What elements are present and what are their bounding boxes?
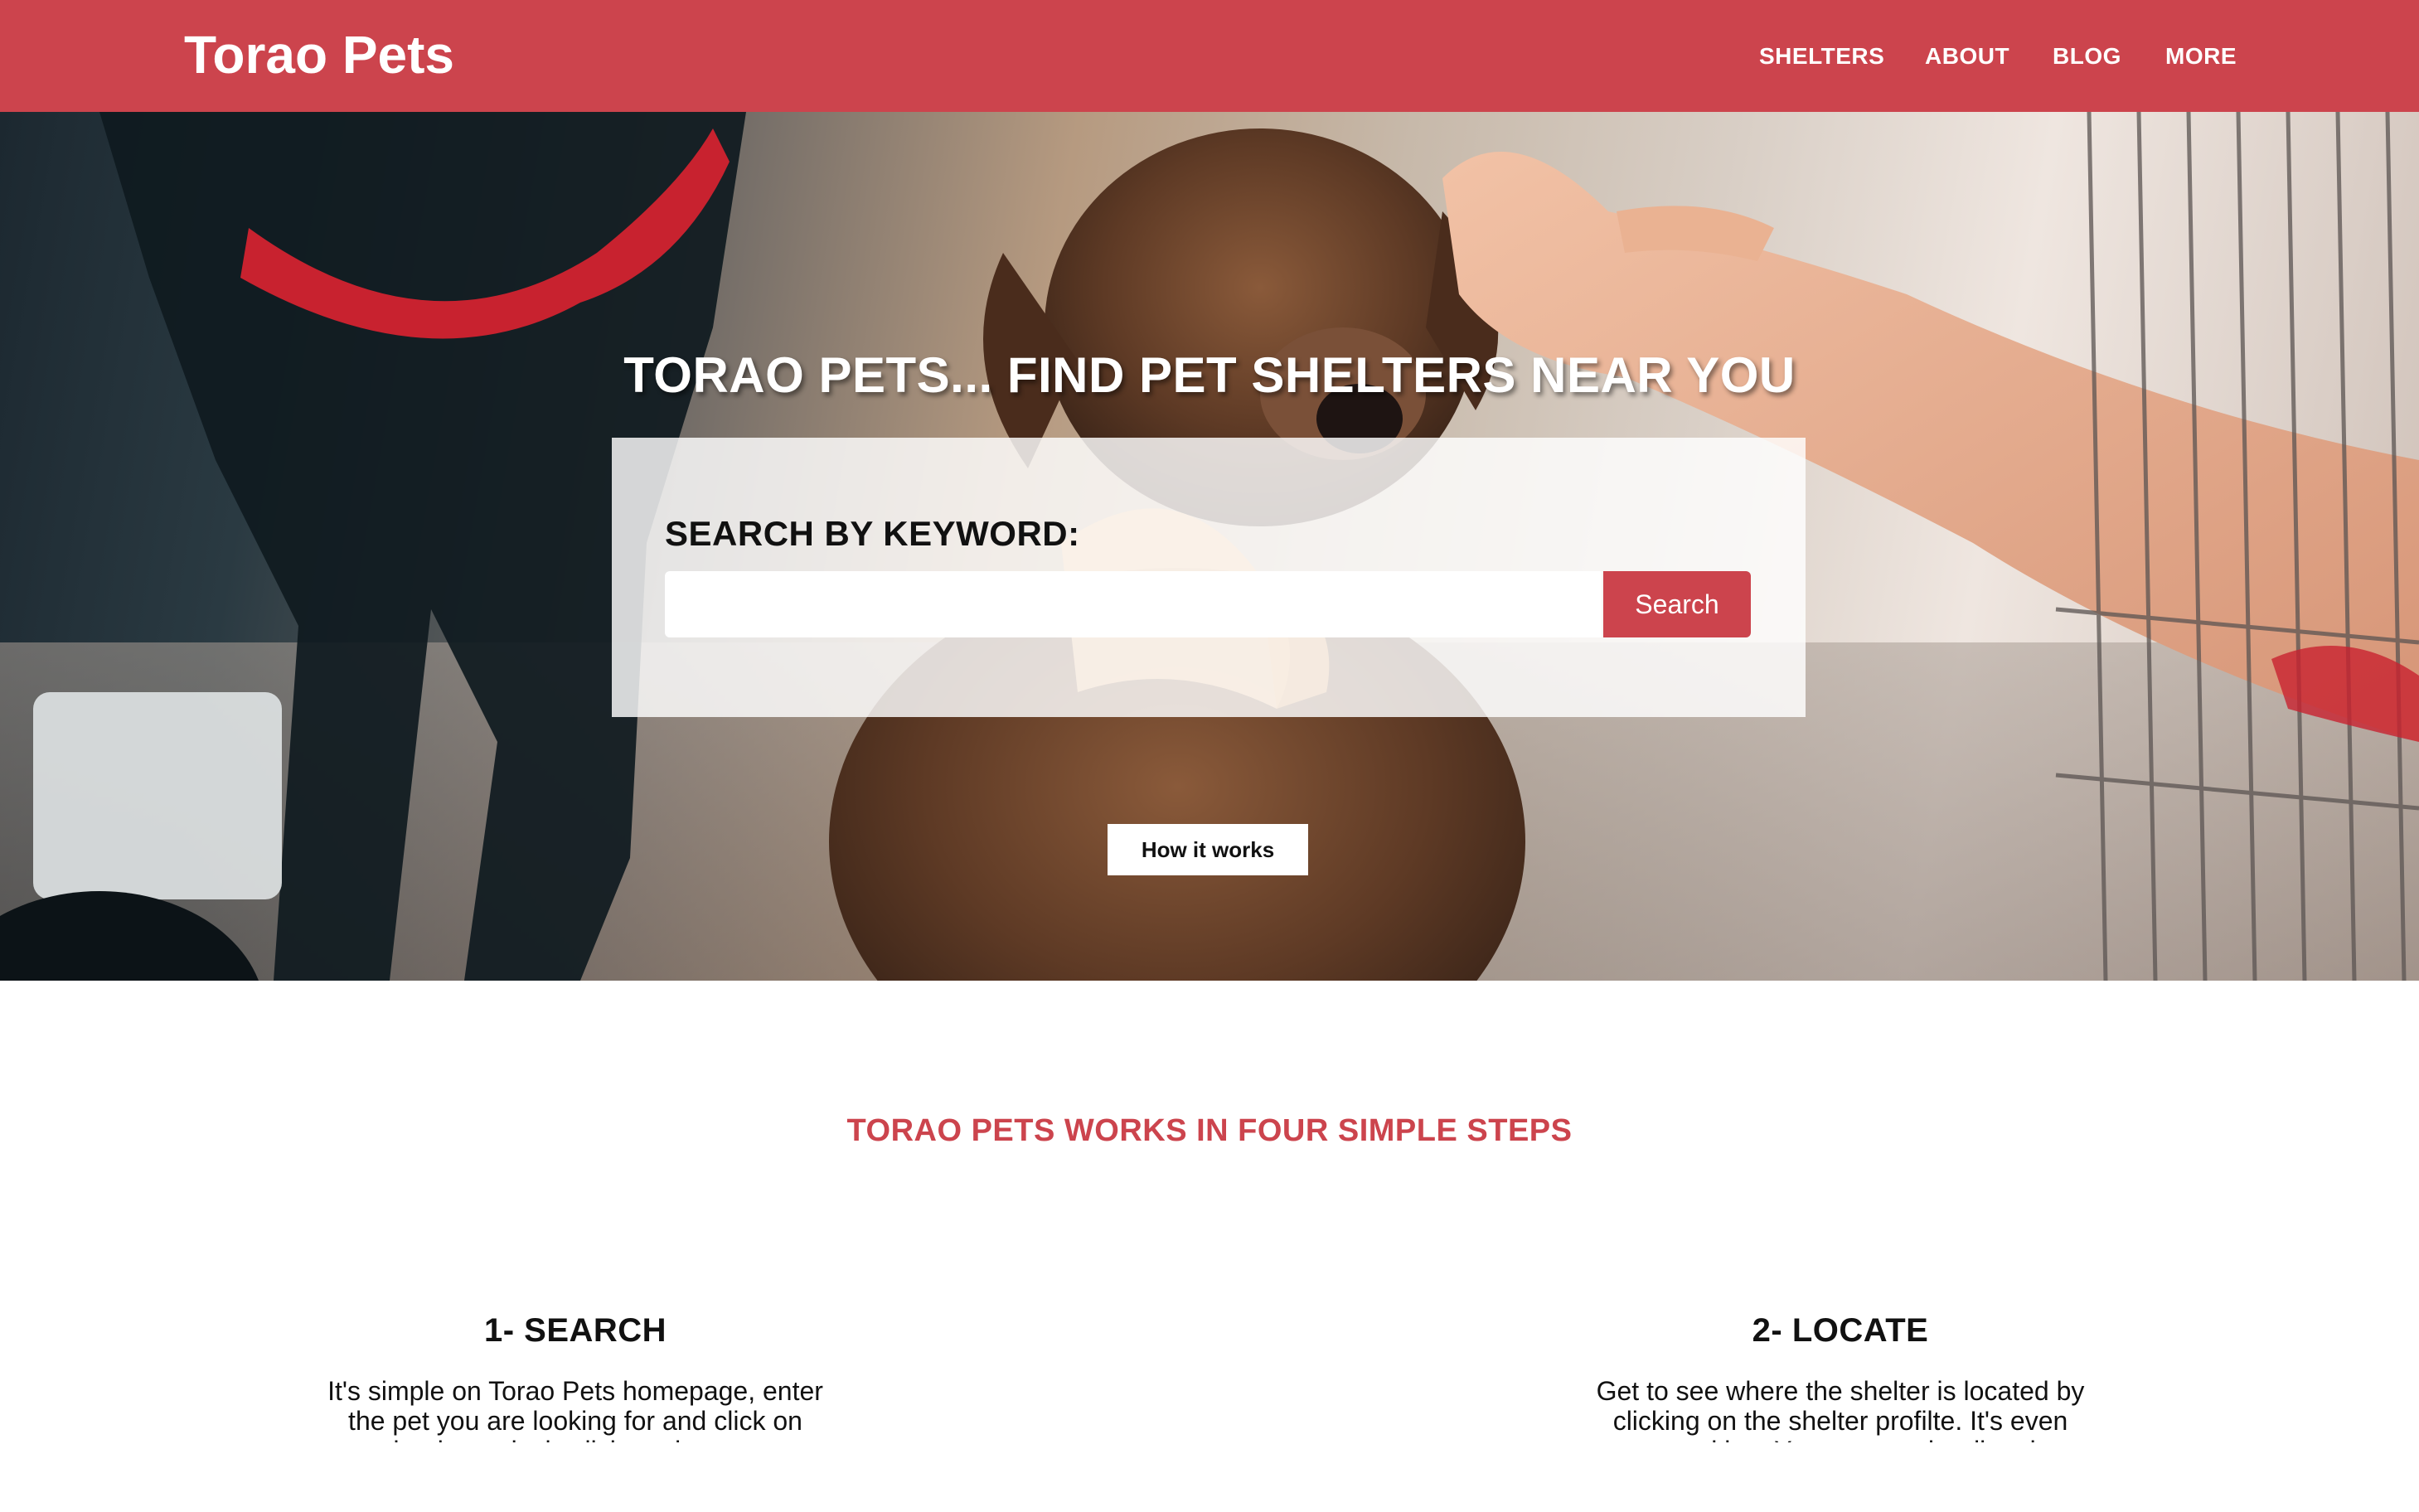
step-card-locate: 2- LOCATE Get to see where the shelter i… xyxy=(1559,1310,2122,1442)
steps-section-title: TORAO PETS WORKS IN FOUR SIMPLE STEPS xyxy=(846,1113,1573,1148)
nav-link-more[interactable]: MORE xyxy=(2165,41,2237,71)
how-it-works-button[interactable]: How it works xyxy=(1108,824,1308,875)
step-description: It's simple on Torao Pets homepage, ente… xyxy=(327,1376,823,1442)
step-title: 2- LOCATE xyxy=(1752,1312,1929,1349)
search-label: SEARCH BY KEYWORD: xyxy=(665,514,1080,553)
brand-logo-text[interactable]: Torao Pets xyxy=(184,22,454,88)
top-navigation-bar: Torao Pets SHELTERS ABOUT BLOG MORE xyxy=(0,0,2419,112)
search-input[interactable] xyxy=(665,571,1602,637)
search-button[interactable]: Search xyxy=(1603,571,1751,637)
search-panel: SEARCH BY KEYWORD: Search xyxy=(612,438,1806,717)
step-title: 1- SEARCH xyxy=(483,1312,667,1349)
step-card-search: 1- SEARCH It's simple on Torao Pets home… xyxy=(293,1310,857,1442)
nav-link-about[interactable]: ABOUT xyxy=(1925,41,2009,71)
step-description: Get to see where the shelter is located … xyxy=(1596,1376,2085,1442)
hero-section: TORAO PETS... FIND PET SHELTERS NEAR YOU… xyxy=(0,112,2419,981)
nav-link-shelters[interactable]: SHELTERS xyxy=(1759,41,1884,71)
hero-title: TORAO PETS... FIND PET SHELTERS NEAR YOU xyxy=(623,347,1796,403)
nav-link-blog[interactable]: BLOG xyxy=(2053,41,2121,71)
